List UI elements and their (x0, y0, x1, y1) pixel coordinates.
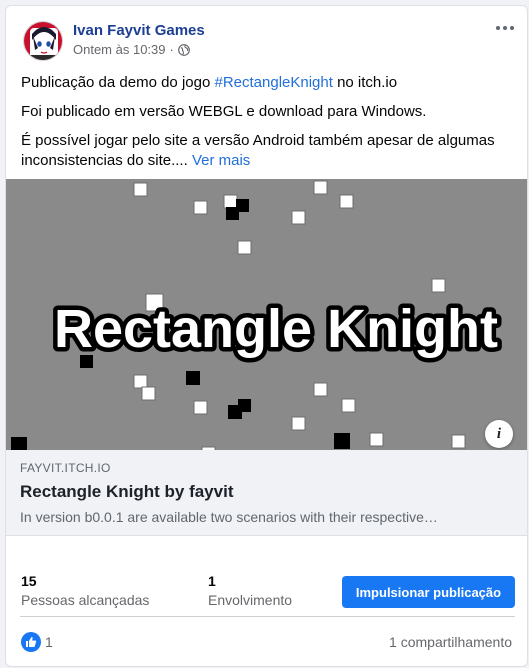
link-domain: FAYVIT.ITCH.IO (20, 461, 111, 475)
info-button[interactable]: i (485, 420, 513, 448)
globe-icon (177, 43, 190, 56)
hashtag-link[interactable]: #RectangleKnight (214, 74, 332, 91)
author-name[interactable]: Ivan Fayvit Games (73, 22, 205, 39)
post-line-3: É possível jogar pelo site a versão Andr… (21, 132, 495, 169)
reach-value: 15 (21, 573, 37, 589)
reactions-bar: 1 1 compartilhamento (6, 628, 527, 658)
reach-label: Pessoas alcançadas (21, 592, 150, 608)
engagement-label: Envolvimento (208, 592, 293, 608)
post-text: Publicação da demo do jogo #RectangleKni… (21, 73, 516, 180)
timestamp[interactable]: Ontem às 10:39 (73, 42, 166, 57)
more-horizontal-icon (496, 26, 500, 30)
post-card: Ivan Fayvit Games Ontem às 10:39 · Publi… (5, 5, 528, 667)
divider (20, 616, 515, 617)
shares-count[interactable]: 1 compartilhamento (389, 634, 512, 650)
boost-post-button[interactable]: Impulsionar publicação (342, 576, 515, 608)
link-preview-image[interactable]: Rectangle Knight i (6, 179, 527, 450)
avatar[interactable] (23, 21, 63, 61)
post-header: Ivan Fayvit Games Ontem às 10:39 · (6, 6, 527, 68)
insights-bar: 15 Pessoas alcançadas 1 Envolvimento Imp… (6, 561, 527, 621)
more-options-button[interactable] (493, 20, 517, 36)
engagement-value: 1 (208, 573, 216, 589)
like-count[interactable]: 1 (45, 634, 53, 650)
meta-separator: · (169, 42, 174, 57)
see-more-link[interactable]: Ver mais (192, 152, 250, 169)
link-title[interactable]: Rectangle Knight by fayvit (20, 482, 233, 502)
preview-title-text: Rectangle Knight (54, 299, 498, 359)
like-icon[interactable] (21, 632, 41, 652)
link-description: In version b0.0.1 are available two scen… (20, 509, 438, 525)
post-meta: Ontem às 10:39 · (73, 42, 190, 57)
post-line-2: Foi publicado em versão WEBGL e download… (21, 103, 427, 120)
engagement-stat[interactable]: 1 Envolvimento (208, 573, 292, 608)
link-preview-caption[interactable]: FAYVIT.ITCH.IO Rectangle Knight by fayvi… (6, 450, 527, 536)
reach-stat[interactable]: 15 Pessoas alcançadas (21, 573, 149, 608)
post-line-1: Publicação da demo do jogo #RectangleKni… (21, 74, 398, 91)
